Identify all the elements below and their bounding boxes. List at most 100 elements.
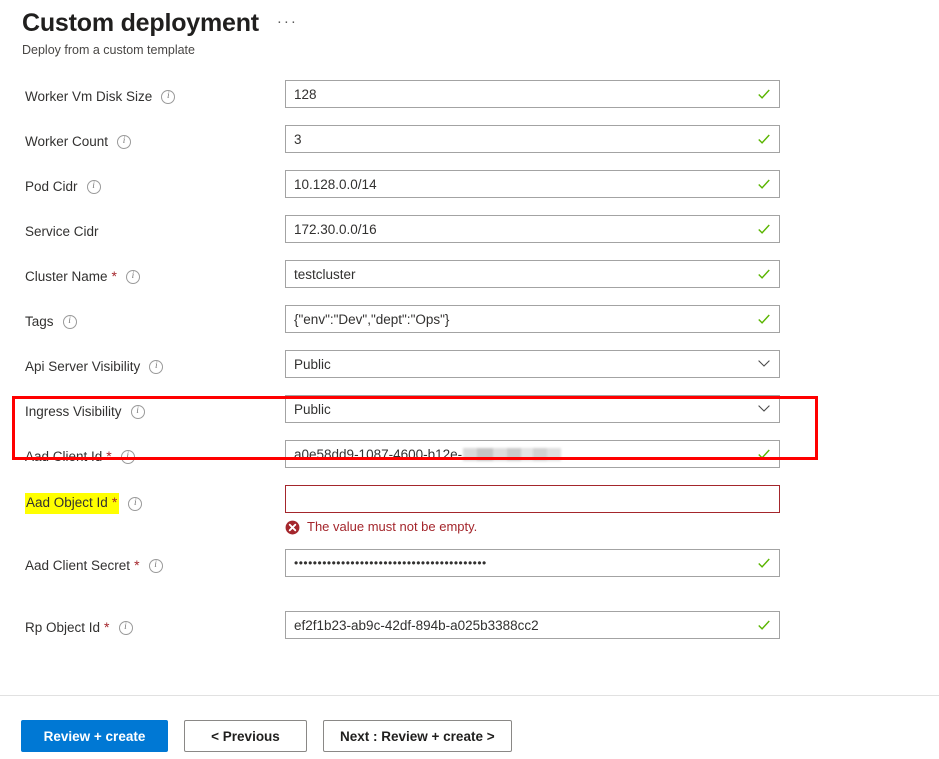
label-caption: Cluster Name (25, 269, 108, 284)
select-value: Public (294, 356, 331, 372)
info-icon-api-server-visibility[interactable]: i (149, 360, 164, 374)
field-control-ingress-visibility: Public (285, 395, 780, 423)
required-marker: * (111, 268, 117, 284)
footer-actions: Review + create < Previous Next : Review… (0, 696, 939, 752)
field-control-service-cidr (285, 215, 780, 243)
field-row-worker-vm-disk-size: Worker Vm Disk Size i (0, 80, 939, 125)
required-marker: * (106, 448, 112, 464)
error-icon (285, 520, 300, 534)
field-row-pod-cidr: Pod Cidr i (0, 170, 939, 215)
field-control-pod-cidr (285, 170, 780, 198)
label-text-cluster-name: Cluster Name * (25, 268, 117, 286)
info-icon-ingress-visibility[interactable]: i (130, 405, 145, 419)
field-row-cluster-name: Cluster Name * i (0, 260, 939, 305)
select-value: Public (294, 401, 331, 417)
input-aad-object-id[interactable] (285, 485, 780, 513)
label-text-api-server-visibility: Api Server Visibility (25, 358, 140, 376)
select-api-server-visibility[interactable]: Public (285, 350, 780, 378)
required-marker: * (134, 557, 140, 573)
page-title: Custom deployment (22, 9, 259, 37)
label-caption: Aad Client Secret (25, 558, 131, 573)
field-row-service-cidr: Service Cidr (0, 215, 939, 260)
field-row-rp-object-id: Rp Object Id * i (0, 611, 939, 656)
info-icon-tags[interactable]: i (62, 315, 77, 329)
label-text-worker-count: Worker Count (25, 133, 108, 151)
label-caption: Api Server Visibility (25, 359, 141, 374)
info-icon-aad-client-id[interactable]: i (120, 450, 135, 464)
next-review-create-button[interactable]: Next : Review + create > (323, 720, 512, 752)
label-text-aad-client-id: Aad Client Id * (25, 448, 112, 466)
field-control-aad-client-secret (285, 549, 780, 577)
previous-button[interactable]: < Previous (184, 720, 307, 752)
label-caption: Worker Vm Disk Size (25, 89, 153, 104)
label-caption: Worker Count (25, 134, 109, 149)
label-caption: Ingress Visibility (25, 404, 122, 419)
input-worker-vm-disk-size[interactable] (285, 80, 780, 108)
label-caption: Pod Cidr (25, 179, 78, 194)
info-icon-cluster-name[interactable]: i (125, 270, 140, 284)
field-label-aad-client-secret: Aad Client Secret * i (0, 549, 285, 575)
field-row-aad-object-id: Aad Object Id * i The value must not be emp… (0, 485, 939, 549)
field-label-api-server-visibility: Api Server Visibility i (0, 350, 285, 376)
field-control-rp-object-id (285, 611, 780, 639)
label-caption: Aad Client Id (25, 449, 103, 464)
field-row-aad-client-secret: Aad Client Secret * i (0, 549, 939, 594)
info-icon-aad-client-secret[interactable]: i (148, 559, 163, 573)
label-caption: Tags (25, 314, 54, 329)
field-row-ingress-visibility: Ingress Visibility i Public (0, 395, 939, 440)
deployment-form: Worker Vm Disk SizeiWorker CountiPod Cid… (0, 80, 939, 656)
input-aad-client-secret[interactable] (285, 549, 780, 577)
field-label-tags: Tags i (0, 305, 285, 331)
info-icon-worker-vm-disk-size[interactable]: i (161, 90, 176, 104)
field-label-aad-client-id: Aad Client Id * i (0, 440, 285, 466)
select-ingress-visibility[interactable]: Public (285, 395, 780, 423)
field-control-aad-object-id: The value must not be empty. (285, 485, 780, 535)
field-row-tags: Tags i (0, 305, 939, 350)
field-label-worker-vm-disk-size: Worker Vm Disk Size i (0, 80, 285, 106)
field-row-api-server-visibility: Api Server Visibility i Public (0, 350, 939, 395)
info-icon-rp-object-id[interactable]: i (118, 621, 133, 635)
info-icon-pod-cidr[interactable]: i (86, 180, 101, 194)
field-control-worker-count (285, 125, 780, 153)
info-icon-worker-count[interactable]: i (117, 135, 132, 149)
info-icon-aad-object-id[interactable]: i (128, 496, 143, 511)
field-label-pod-cidr: Pod Cidr i (0, 170, 285, 196)
field-label-worker-count: Worker Count i (0, 125, 285, 151)
input-service-cidr[interactable] (285, 215, 780, 243)
label-caption: Aad Object Id (26, 495, 108, 510)
required-marker: * (104, 619, 110, 635)
label-text-rp-object-id: Rp Object Id * (25, 619, 110, 637)
page-subtitle: Deploy from a custom template (22, 43, 195, 57)
field-label-rp-object-id: Rp Object Id * i (0, 611, 285, 637)
label-caption: Rp Object Id (25, 620, 101, 635)
validation-error-message: The value must not be empty. (285, 519, 780, 535)
field-control-tags (285, 305, 780, 333)
field-label-service-cidr: Service Cidr (0, 215, 285, 241)
input-aad-client-id[interactable] (285, 440, 780, 468)
more-options-icon[interactable]: ··· (277, 14, 298, 29)
review-create-button[interactable]: Review + create (21, 720, 168, 752)
field-control-api-server-visibility: Public (285, 350, 780, 378)
input-cluster-name[interactable] (285, 260, 780, 288)
input-tags[interactable] (285, 305, 780, 333)
title-row: Custom deployment ··· (22, 8, 939, 38)
label-text-pod-cidr: Pod Cidr (25, 178, 78, 196)
input-rp-object-id[interactable] (285, 611, 780, 639)
field-control-cluster-name (285, 260, 780, 288)
validation-error-text: The value must not be empty. (307, 519, 478, 534)
label-text-worker-vm-disk-size: Worker Vm Disk Size (25, 88, 152, 106)
label-caption: Service Cidr (25, 224, 99, 239)
label-text-tags: Tags (25, 313, 54, 331)
page-header: Custom deployment ··· Deploy from a cust… (0, 0, 939, 58)
label-text-aad-client-secret: Aad Client Secret * (25, 557, 140, 575)
field-row-worker-count: Worker Count i (0, 125, 939, 170)
label-text-service-cidr: Service Cidr (25, 223, 99, 241)
input-worker-count[interactable] (285, 125, 780, 153)
field-row-aad-client-id: Aad Client Id * i a0e58dd9-1087-4600-b12e- (0, 440, 939, 485)
field-control-worker-vm-disk-size (285, 80, 780, 108)
input-pod-cidr[interactable] (285, 170, 780, 198)
field-label-ingress-visibility: Ingress Visibility i (0, 395, 285, 421)
label-text-aad-object-id: Aad Object Id * (25, 493, 120, 514)
required-marker: * (111, 494, 118, 510)
label-text-ingress-visibility: Ingress Visibility (25, 403, 122, 421)
